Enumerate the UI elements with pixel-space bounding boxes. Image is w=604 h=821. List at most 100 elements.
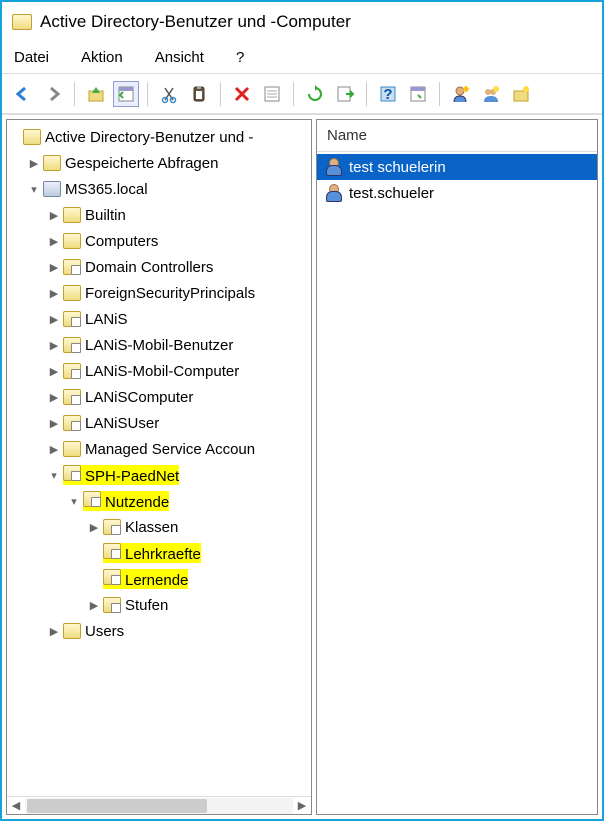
- toolbar-sep: [439, 82, 440, 106]
- cut-button[interactable]: [156, 81, 182, 107]
- back-button[interactable]: [10, 81, 36, 107]
- folder-icon: [63, 233, 81, 249]
- list-body[interactable]: test schuelerin test.schueler: [317, 152, 597, 814]
- tree-lanis-computer[interactable]: ▶ LANiSComputer: [7, 384, 311, 410]
- tree-users[interactable]: ▶ Users: [7, 618, 311, 644]
- tree-lanis-mobil-computer[interactable]: ▶ LANiS-Mobil-Computer: [7, 358, 311, 384]
- scroll-track[interactable]: [25, 798, 293, 814]
- expander-icon[interactable]: ▶: [87, 598, 101, 612]
- tree-msa[interactable]: ▶ Managed Service Accoun: [7, 436, 311, 462]
- menu-action[interactable]: Aktion: [77, 47, 127, 68]
- tree-label: Nutzende: [105, 494, 169, 511]
- ou-icon: [63, 415, 81, 431]
- tree-label: SPH-PaedNet: [85, 468, 179, 485]
- list-item-name: test.schueler: [349, 185, 434, 202]
- expander-icon[interactable]: ▶: [27, 156, 41, 170]
- help-button[interactable]: ?: [375, 81, 401, 107]
- expander-icon[interactable]: ▶: [47, 286, 61, 300]
- tree-label: MS365.local: [65, 181, 148, 198]
- column-header-name[interactable]: Name: [317, 120, 597, 152]
- new-group-button[interactable]: [478, 81, 504, 107]
- tree-domain-controllers[interactable]: ▶ Domain Controllers: [7, 254, 311, 280]
- tree-label: Klassen: [125, 519, 178, 536]
- horizontal-scrollbar[interactable]: ◀ ▶: [7, 796, 311, 814]
- scroll-thumb[interactable]: [27, 799, 207, 813]
- export-button[interactable]: [332, 81, 358, 107]
- column-label: Name: [327, 127, 367, 144]
- expander-icon[interactable]: ▶: [47, 442, 61, 456]
- tree-label: LANiSComputer: [85, 389, 193, 406]
- refresh-button[interactable]: [302, 81, 328, 107]
- expander-icon[interactable]: ▶: [87, 520, 101, 534]
- tree-lanis-mobil-benutzer[interactable]: ▶LANiS-Mobil-Benutzer: [7, 332, 311, 358]
- scroll-right-icon[interactable]: ▶: [293, 798, 311, 814]
- expander-icon[interactable]: ▶: [47, 312, 61, 326]
- tree-domain[interactable]: ▾ MS365.local: [7, 176, 311, 202]
- copy-button[interactable]: [186, 81, 212, 107]
- tree-lanis-user[interactable]: ▶LANiSUser: [7, 410, 311, 436]
- expander-icon[interactable]: ▶: [47, 390, 61, 404]
- tree-lanis[interactable]: ▶LANiS: [7, 306, 311, 332]
- ou-icon: [103, 543, 121, 559]
- tree-builtin[interactable]: ▶Builtin: [7, 202, 311, 228]
- toolbar-sep: [147, 82, 148, 106]
- expander-icon[interactable]: ▶: [47, 416, 61, 430]
- properties-button[interactable]: [259, 81, 285, 107]
- find-button[interactable]: [405, 81, 431, 107]
- tree-stufen[interactable]: ▶Stufen: [7, 592, 311, 618]
- expander-icon[interactable]: ▶: [47, 338, 61, 352]
- tree-computers[interactable]: ▶ Computers: [7, 228, 311, 254]
- content-area: Active Directory-Benutzer und - ▶ Gespei…: [2, 114, 602, 819]
- menubar: Datei Aktion Ansicht ?: [2, 42, 602, 74]
- new-user-button[interactable]: [448, 81, 474, 107]
- tree-root[interactable]: Active Directory-Benutzer und -: [7, 124, 311, 150]
- tree-pane: Active Directory-Benutzer und - ▶ Gespei…: [6, 119, 312, 815]
- show-hide-tree-button[interactable]: [113, 81, 139, 107]
- tree-scroll[interactable]: Active Directory-Benutzer und - ▶ Gespei…: [7, 120, 311, 796]
- tree-sph-paednet[interactable]: ▾ SPH-PaedNet: [7, 462, 311, 488]
- expander-icon[interactable]: ▶: [47, 624, 61, 638]
- ou-icon: [83, 491, 101, 507]
- domain-icon: [43, 181, 61, 197]
- up-button[interactable]: [83, 81, 109, 107]
- ou-icon: [63, 389, 81, 405]
- expander-icon[interactable]: ▶: [47, 260, 61, 274]
- expander-icon[interactable]: ▾: [67, 494, 81, 508]
- expander-icon[interactable]: ▾: [47, 468, 61, 482]
- expander-icon[interactable]: ▾: [27, 182, 41, 196]
- tree-label: Computers: [85, 233, 158, 250]
- tree-fsp[interactable]: ▶ ForeignSecurityPrincipals: [7, 280, 311, 306]
- expander-icon[interactable]: ▶: [47, 364, 61, 378]
- tree-label: Users: [85, 623, 124, 640]
- window-title: Active Directory-Benutzer und -Computer: [40, 12, 351, 32]
- tree-label: ForeignSecurityPrincipals: [85, 285, 255, 302]
- tree-label: Managed Service Accoun: [85, 441, 255, 458]
- expander-icon[interactable]: ▶: [47, 208, 61, 222]
- list-item[interactable]: test.schueler: [317, 180, 597, 206]
- new-ou-button[interactable]: [508, 81, 534, 107]
- toolbar-sep: [74, 82, 75, 106]
- ou-icon: [103, 519, 121, 535]
- aduc-window: Active Directory-Benutzer und -Computer …: [0, 0, 604, 821]
- tree-label: LANiS-Mobil-Computer: [85, 363, 239, 380]
- expander-icon[interactable]: ▶: [47, 234, 61, 248]
- menu-help[interactable]: ?: [232, 47, 248, 68]
- tree-lernende[interactable]: ▶Lernende: [7, 566, 311, 592]
- tree-label: Active Directory-Benutzer und -: [45, 129, 253, 146]
- list-item[interactable]: test schuelerin: [317, 154, 597, 180]
- app-icon: [12, 14, 32, 30]
- menu-file[interactable]: Datei: [10, 47, 53, 68]
- tree-nutzende[interactable]: ▾ Nutzende: [7, 488, 311, 514]
- tree-klassen[interactable]: ▶ Klassen: [7, 514, 311, 540]
- tree-saved-queries[interactable]: ▶ Gespeicherte Abfragen: [7, 150, 311, 176]
- titlebar: Active Directory-Benutzer und -Computer: [2, 2, 602, 42]
- ou-icon: [63, 337, 81, 353]
- delete-button[interactable]: [229, 81, 255, 107]
- forward-button[interactable]: [40, 81, 66, 107]
- ou-icon: [63, 259, 81, 275]
- menu-view[interactable]: Ansicht: [151, 47, 208, 68]
- scroll-left-icon[interactable]: ◀: [7, 798, 25, 814]
- tree-lehrkraefte[interactable]: ▶Lehrkraefte: [7, 540, 311, 566]
- list-pane: Name test schuelerin test.schueler: [316, 119, 598, 815]
- tree-label: Domain Controllers: [85, 259, 213, 276]
